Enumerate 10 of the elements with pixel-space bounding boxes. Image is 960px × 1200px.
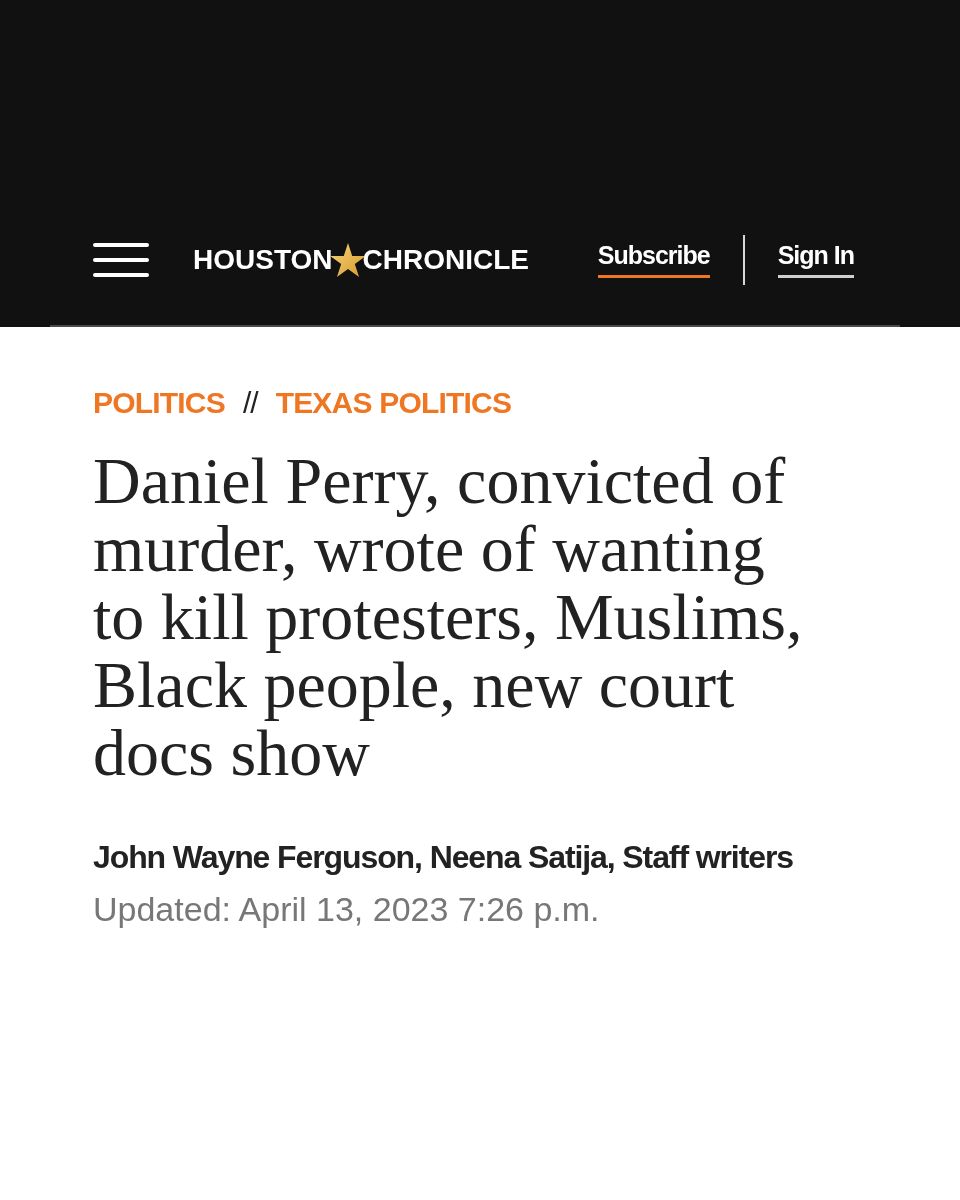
sign-in-link[interactable]: Sign In [777, 242, 854, 278]
subscribe-link[interactable]: Subscribe [597, 242, 710, 278]
updated-timestamp: Updated: April 13, 2023 7:26 p.m. [93, 889, 601, 929]
article-headline: Daniel Perry, convicted of murder, wrote of wanting to kill protesters, Muslims, Black people, new court docs show [93, 447, 804, 787]
menu-icon[interactable] [93, 243, 149, 277]
site-logo[interactable]: HOUSTON CHRONICLE [193, 243, 529, 277]
logo-word: HOUSTON [193, 246, 333, 274]
logo-word: CHRONICLE [362, 246, 529, 274]
article-byline: John Wayne Ferguson, Neena Satija, Staff writers [93, 838, 794, 877]
breadcrumb-separator: // [242, 385, 258, 421]
